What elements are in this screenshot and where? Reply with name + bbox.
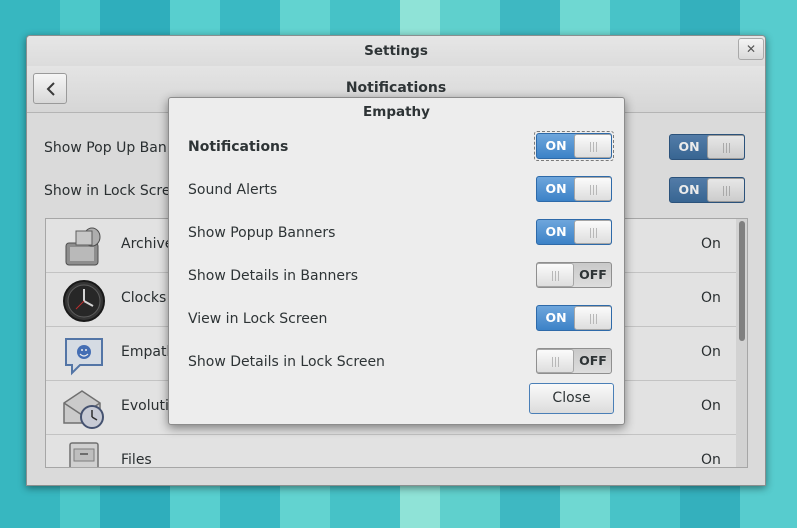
window-titlebar: Settings [27, 36, 765, 66]
app-notifications-dialog: Empathy Notifications ON Sound Alerts ON… [168, 97, 625, 425]
show-popup-banners-switch[interactable]: ON [536, 219, 612, 245]
notifications-switch[interactable]: ON [536, 133, 612, 159]
close-button[interactable]: Close [529, 383, 614, 414]
panel-title: Notifications [345, 80, 447, 96]
option-label: Show Popup Banners [188, 225, 336, 241]
show-details-in-banners-switch[interactable]: OFF [536, 262, 612, 288]
window-close-button[interactable]: ✕ [738, 38, 764, 60]
dialog-title: Empathy [363, 104, 430, 120]
show-details-in-lock-screen-switch[interactable]: OFF [536, 348, 612, 374]
option-label: Notifications [188, 139, 289, 155]
option-label: Show Details in Banners [188, 268, 359, 284]
sound-alerts-switch[interactable]: ON [536, 176, 612, 202]
window-title: Settings [364, 43, 428, 59]
view-in-lock-screen-switch[interactable]: ON [536, 305, 612, 331]
option-label: View in Lock Screen [188, 311, 328, 327]
close-icon: ✕ [745, 42, 757, 56]
option-label: Show Details in Lock Screen [188, 354, 385, 370]
option-label: Sound Alerts [188, 182, 278, 198]
